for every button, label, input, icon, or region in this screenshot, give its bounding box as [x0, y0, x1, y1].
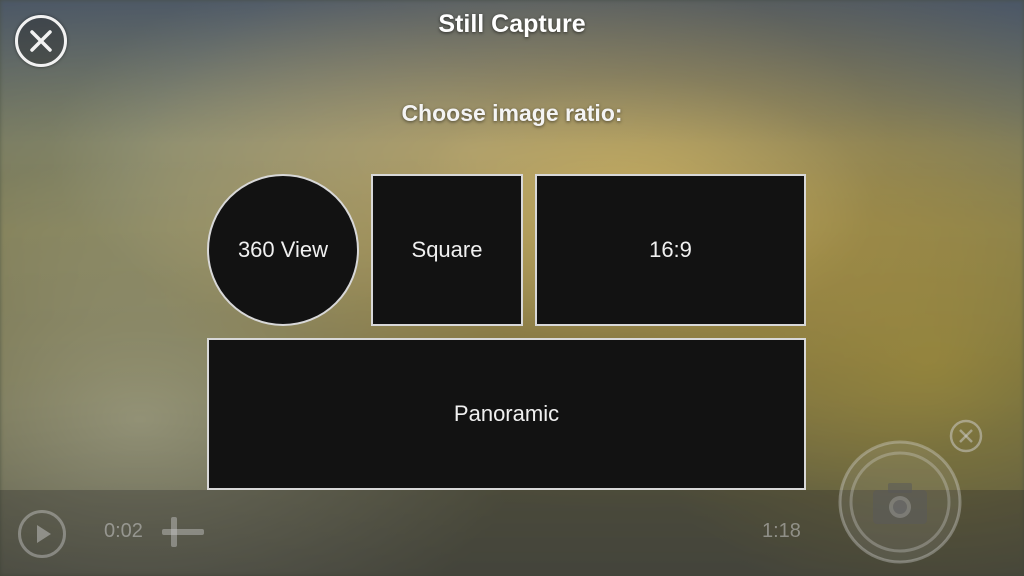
ratio-option-label: 16:9	[649, 237, 692, 262]
play-button[interactable]	[18, 510, 66, 558]
still-capture-screen: 0:02 1:18 Still Capture Choose image rat…	[0, 0, 1024, 576]
total-time: 1:18	[762, 520, 801, 542]
ratio-option-label: Square	[411, 237, 483, 262]
ratio-option-label: 360 View	[237, 237, 329, 262]
play-icon	[37, 525, 51, 543]
screen-title: Still Capture	[438, 10, 586, 38]
add-icon[interactable]	[160, 513, 206, 551]
ratio-option-label: Panoramic	[453, 401, 560, 426]
ratio-prompt: Choose image ratio:	[401, 100, 623, 126]
ratio-16-9-button[interactable]: 16:9	[535, 174, 806, 326]
shutter-button[interactable]	[838, 440, 962, 564]
current-time: 0:02	[104, 520, 143, 542]
ratio-panoramic-button[interactable]: Panoramic	[207, 338, 806, 490]
ratio-360-view-button[interactable]: 360 View	[207, 174, 359, 326]
ratio-square-button[interactable]: Square	[371, 174, 523, 326]
camera-icon	[838, 440, 962, 564]
